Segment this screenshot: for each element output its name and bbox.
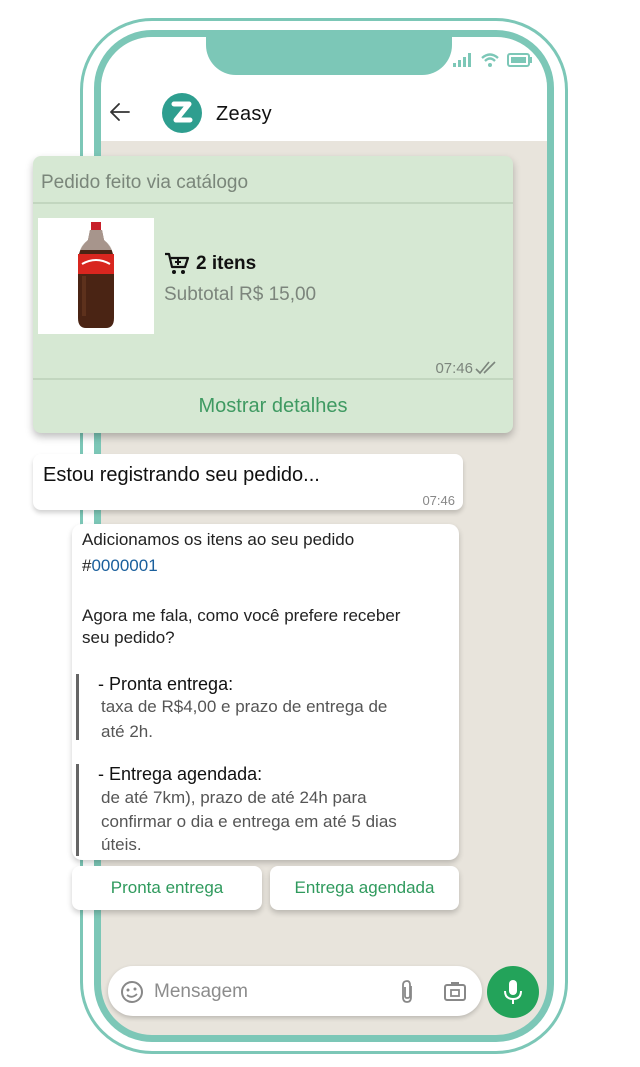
battery-icon: [507, 53, 532, 67]
contact-name[interactable]: Zeasy: [216, 103, 272, 126]
phone-notch: [206, 37, 452, 75]
soda-bottle-image: [78, 222, 114, 328]
catalog-card-title: Pedido feito via catálogo: [41, 172, 249, 193]
message-time: 07:46: [435, 360, 473, 377]
signal-icon: [453, 53, 471, 67]
option-desc: taxa de R$4,00 e prazo de entrega de: [101, 697, 388, 716]
option-desc: confirmar o dia e entrega em até 5 dias: [101, 812, 397, 831]
wifi-icon: [481, 53, 499, 67]
quote-bar: [76, 764, 79, 856]
option-desc: de até 7km), prazo de até 24h para: [101, 788, 367, 807]
message-text: Estou registrando seu pedido...: [43, 464, 320, 486]
message-line: Agora me fala, como você prefere receber: [82, 606, 401, 625]
subtotal-text: Subtotal R$ 15,00: [164, 284, 317, 305]
order-number-line: #0000001: [82, 556, 158, 576]
emoji-icon[interactable]: [120, 980, 144, 1004]
mic-button[interactable]: [487, 966, 539, 1018]
message-time: 07:46: [422, 493, 455, 508]
quick-reply-entrega-agendada[interactable]: Entrega agendada: [270, 866, 459, 910]
quick-reply-pronta-entrega[interactable]: Pronta entrega: [72, 866, 262, 910]
incoming-message: Estou registrando seu pedido... 07:46: [33, 454, 463, 510]
option-title: - Entrega agendada:: [98, 764, 263, 784]
quote-bar: [76, 674, 79, 740]
cart-items-line: 2 itens: [164, 252, 256, 276]
message-composer[interactable]: Mensagem: [108, 966, 482, 1016]
items-count: 2 itens: [196, 253, 257, 274]
option-desc: até 2h.: [101, 722, 153, 741]
option-title: - Pronta entrega:: [98, 674, 234, 694]
message-line: Adicionamos os itens ao seu pedido: [82, 530, 355, 549]
avatar[interactable]: [162, 93, 202, 133]
zeasy-logo-icon: [171, 101, 193, 123]
message-line: seu pedido?: [82, 628, 175, 647]
double-check-icon: [475, 361, 496, 375]
camera-icon[interactable]: [444, 981, 466, 1001]
option-desc: úteis.: [101, 835, 142, 854]
product-thumbnail[interactable]: [38, 218, 154, 334]
catalog-order-card: Pedido feito via catálogo 2 itens Subtot…: [33, 156, 513, 433]
message-input[interactable]: Mensagem: [154, 981, 248, 1003]
attach-icon[interactable]: [398, 979, 416, 1005]
back-arrow-icon[interactable]: [109, 101, 131, 123]
mic-icon: [504, 980, 522, 1004]
incoming-message-options: Adicionamos os itens ao seu pedido #0000…: [72, 524, 459, 860]
chat-header: Zeasy: [101, 83, 547, 141]
divider: [33, 202, 513, 204]
show-details-button[interactable]: Mostrar detalhes: [33, 380, 513, 433]
status-icons: [453, 53, 533, 67]
order-number-link[interactable]: 0000001: [91, 556, 157, 575]
cart-icon: [165, 252, 190, 274]
